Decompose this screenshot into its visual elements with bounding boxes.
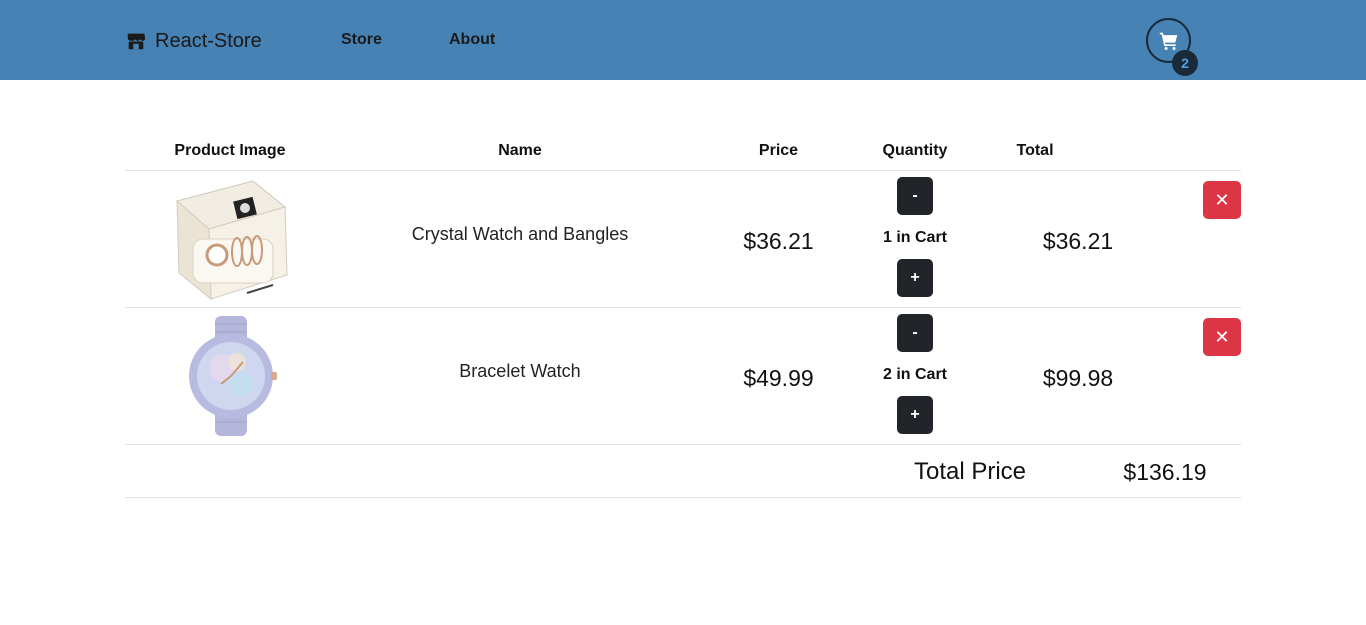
header-quantity: Quantity: [882, 142, 948, 159]
product-price: $49.99: [743, 365, 814, 391]
increment-button[interactable]: +: [897, 396, 933, 434]
divider: [125, 497, 1241, 498]
brand-link[interactable]: React-Store: [125, 28, 262, 54]
lavender-watch-image: [189, 316, 277, 436]
cart-count-badge: 2: [1172, 50, 1198, 76]
table-row: Crystal Watch and Bangles $36.21 - 1 in …: [125, 171, 1241, 308]
decrement-button[interactable]: -: [897, 177, 933, 215]
total-price-label: Total Price: [913, 458, 1027, 485]
product-name: Bracelet Watch: [459, 361, 581, 381]
increment-button[interactable]: +: [897, 259, 933, 297]
product-total: $36.21: [1042, 228, 1114, 254]
header-total: Total: [1016, 142, 1054, 159]
product-name: Crystal Watch and Bangles: [411, 224, 629, 244]
cart-icon: [1159, 32, 1177, 50]
product-total: $99.98: [1042, 365, 1114, 391]
remove-item-button[interactable]: ✕: [1203, 318, 1241, 356]
watch-bangle-set-image: [175, 180, 288, 301]
total-price-value: $136.19: [1123, 459, 1207, 485]
table-row: Bracelet Watch $49.99 - 2 in Cart + $99.…: [125, 308, 1241, 445]
navbar: React-Store Store About 2: [0, 0, 1366, 80]
remove-item-button[interactable]: ✕: [1203, 181, 1241, 219]
nav-link-store[interactable]: Store: [341, 31, 382, 49]
store-icon: [127, 33, 146, 50]
header-name: Name: [498, 142, 542, 159]
decrement-button[interactable]: -: [897, 314, 933, 352]
nav-link-about[interactable]: About: [449, 31, 495, 49]
quantity-label: 1 in Cart: [882, 229, 947, 246]
product-price: $36.21: [743, 228, 814, 254]
header-price: Price: [758, 142, 799, 159]
divider: [125, 444, 1241, 445]
header-product-image: Product Image: [174, 142, 286, 159]
brand-name: React-Store: [155, 29, 262, 52]
quantity-label: 2 in Cart: [882, 366, 947, 383]
